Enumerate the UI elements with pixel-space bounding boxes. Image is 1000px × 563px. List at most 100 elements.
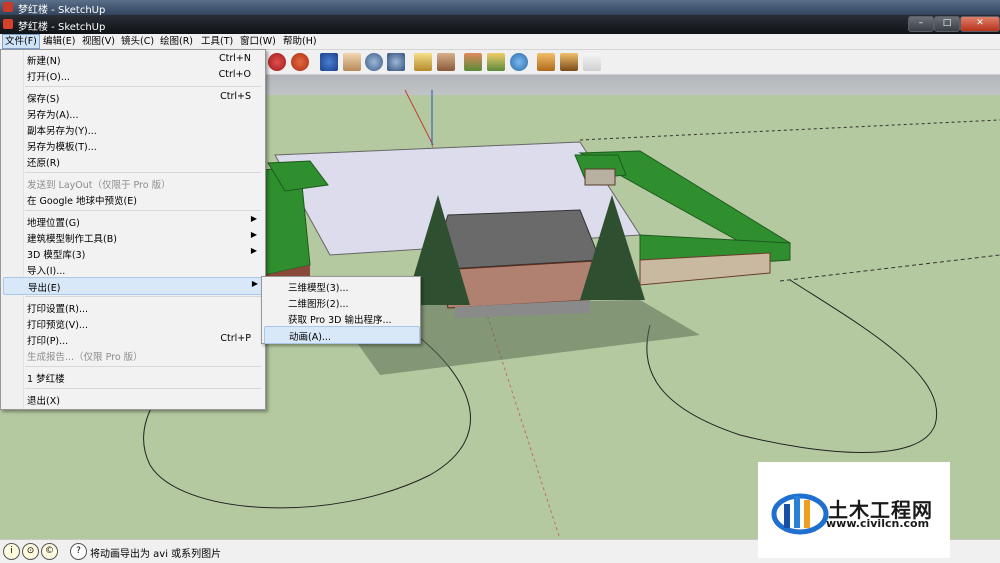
info-icon[interactable]: i xyxy=(3,543,20,560)
menu-item-open[interactable]: 打开(O)... Ctrl+O xyxy=(3,67,263,83)
add-location-icon[interactable] xyxy=(487,53,505,71)
submenu-arrow-icon: ▶ xyxy=(250,230,257,239)
menu-item-label: 另存为模板(T)... xyxy=(27,142,97,153)
site-watermark: 土木工程网 www.civilcn.com xyxy=(758,462,950,558)
file-menu-dropdown: 新建(N) Ctrl+N 打开(O)... Ctrl+O 保存(S) Ctrl+S 另… xyxy=(0,49,266,410)
menu-item-shortcut: Ctrl+N xyxy=(219,53,251,64)
submenu-item-label: 三维模型(3)... xyxy=(288,283,349,294)
right-pavilion-wall xyxy=(584,168,616,186)
menu-item-generate-report: 生成报告...（仅限 Pro 版） xyxy=(3,347,263,363)
menu-item-geo-location[interactable]: 地理位置(G) ▶ xyxy=(3,213,263,229)
menu-item-building-maker[interactable]: 建筑模型制作工具(B) ▶ xyxy=(3,229,263,245)
menu-separator xyxy=(25,210,261,211)
export-submenu: 三维模型(3)... 二维图形(2)... 获取 Pro 3D 输出程序... … xyxy=(261,276,421,344)
menu-item-label: 打印(P)... xyxy=(27,336,69,347)
menu-item-export[interactable]: 导出(E) ▶ xyxy=(3,277,265,295)
google-earth-icon[interactable] xyxy=(510,53,528,71)
share-component-icon[interactable] xyxy=(583,53,601,71)
position-camera-icon[interactable] xyxy=(414,53,432,71)
get-models-icon[interactable] xyxy=(537,53,555,71)
menu-item-label: 打开(O)... xyxy=(27,72,70,83)
menu-item-exit[interactable]: 退出(X) xyxy=(3,391,263,407)
menu-item-label: 地理位置(G) xyxy=(27,218,80,229)
menu-item-shortcut: Ctrl+S xyxy=(220,91,251,102)
walk-icon[interactable] xyxy=(437,53,455,71)
look-around-icon[interactable] xyxy=(464,53,482,71)
submenu-item-get-pro-exporter[interactable]: 获取 Pro 3D 输出程序... xyxy=(264,310,418,326)
submenu-arrow-icon: ▶ xyxy=(250,246,257,255)
menu-item-3d-warehouse[interactable]: 3D 模型库(3) ▶ xyxy=(3,245,263,261)
menu-item-print[interactable]: 打印(P)... Ctrl+P xyxy=(3,331,263,347)
menu-camera[interactable]: 镜头(C) xyxy=(119,35,156,48)
follow-me-icon[interactable] xyxy=(291,53,309,71)
menu-window[interactable]: 窗口(W) xyxy=(238,35,278,48)
menu-item-label: 打印设置(R)... xyxy=(27,304,89,315)
submenu-item-animation[interactable]: 动画(A)... xyxy=(264,326,420,344)
zoom-extents-icon[interactable] xyxy=(387,53,405,71)
sketchup-app-icon xyxy=(3,19,13,29)
menu-item-label: 新建(N) xyxy=(27,56,61,67)
location-icon[interactable]: ⊙ xyxy=(22,543,39,560)
civilcn-logo-icon xyxy=(771,493,829,535)
menu-item-label: 还原(R) xyxy=(27,158,61,169)
menu-item-label: 另存为(A)... xyxy=(27,110,79,121)
submenu-item-label: 动画(A)... xyxy=(289,332,331,343)
menu-item-label: 导入(I)... xyxy=(27,266,66,277)
menu-separator xyxy=(25,172,261,173)
sketchup-app-icon xyxy=(3,2,13,12)
menu-item-print-setup[interactable]: 打印设置(R)... xyxy=(3,299,263,315)
maximize-button[interactable]: □ xyxy=(934,16,960,32)
menu-separator xyxy=(25,388,261,389)
menu-item-label: 在 Google 地球中预览(E) xyxy=(27,196,137,207)
menu-separator xyxy=(25,86,261,87)
submenu-arrow-icon: ▶ xyxy=(251,279,258,288)
menu-item-preview-google-earth[interactable]: 在 Google 地球中预览(E) xyxy=(3,191,263,207)
menu-tools[interactable]: 工具(T) xyxy=(199,35,235,48)
status-message: 将动画导出为 avi 或系列图片 xyxy=(90,549,222,560)
menu-view[interactable]: 视图(V) xyxy=(80,35,117,48)
menu-edit[interactable]: 编辑(E) xyxy=(41,35,77,48)
menu-separator xyxy=(25,296,261,297)
menu-bar: 文件(F) 编辑(E) 视图(V) 镜头(C) 绘图(R) 工具(T) 窗口(W… xyxy=(0,34,1000,50)
menu-item-label: 打印预览(V)... xyxy=(27,320,88,331)
pan-icon[interactable] xyxy=(343,53,361,71)
menu-item-shortcut: Ctrl+P xyxy=(220,333,251,344)
menu-item-label: 建筑模型制作工具(B) xyxy=(27,234,117,245)
submenu-item-label: 获取 Pro 3D 输出程序... xyxy=(288,315,392,326)
menu-item-new[interactable]: 新建(N) Ctrl+N xyxy=(3,51,263,67)
menu-item-recent-file[interactable]: 1 梦红楼 xyxy=(3,369,263,385)
menu-item-label: 3D 模型库(3) xyxy=(27,250,86,261)
menu-item-label: 1 梦红楼 xyxy=(27,374,65,385)
share-model-icon[interactable] xyxy=(560,53,578,71)
menu-item-label: 退出(X) xyxy=(27,396,60,407)
help-icon[interactable]: ? xyxy=(70,543,87,560)
menu-item-save[interactable]: 保存(S) Ctrl+S xyxy=(3,89,263,105)
window-titlebar: 梦红楼 - SketchUp – □ ✕ xyxy=(0,15,1000,34)
rotate-icon[interactable] xyxy=(268,53,286,71)
orbit-icon[interactable] xyxy=(320,53,338,71)
submenu-item-2d-graphic[interactable]: 二维图形(2)... xyxy=(264,294,418,310)
submenu-arrow-icon: ▶ xyxy=(250,214,257,223)
submenu-item-3d-model[interactable]: 三维模型(3)... xyxy=(264,278,418,294)
menu-draw[interactable]: 绘图(R) xyxy=(158,35,195,48)
menu-item-label: 生成报告...（仅限 Pro 版） xyxy=(27,352,143,363)
menu-item-save-copy-as[interactable]: 副本另存为(Y)... xyxy=(3,121,263,137)
credits-icon[interactable]: © xyxy=(41,543,58,560)
menu-item-revert[interactable]: 还原(R) xyxy=(3,153,263,169)
close-button[interactable]: ✕ xyxy=(960,16,1000,32)
menu-help[interactable]: 帮助(H) xyxy=(281,35,319,48)
menu-separator xyxy=(25,366,261,367)
window-title: 梦红楼 - SketchUp xyxy=(18,22,106,33)
menu-item-label: 导出(E) xyxy=(28,283,61,294)
watermark-url: www.civilcn.com xyxy=(826,517,930,530)
minimize-button[interactable]: – xyxy=(908,16,934,32)
menu-file[interactable]: 文件(F) xyxy=(2,34,40,49)
menu-item-label: 保存(S) xyxy=(27,94,60,105)
menu-item-print-preview[interactable]: 打印预览(V)... xyxy=(3,315,263,331)
menu-item-save-as[interactable]: 另存为(A)... xyxy=(3,105,263,121)
menu-item-import[interactable]: 导入(I)... xyxy=(3,261,263,277)
background-window-titlebar: 梦红楼 - SketchUp xyxy=(0,0,1000,16)
zoom-icon[interactable] xyxy=(365,53,383,71)
menu-item-save-as-template[interactable]: 另存为模板(T)... xyxy=(3,137,263,153)
background-window-title: 梦红楼 - SketchUp xyxy=(18,5,106,16)
